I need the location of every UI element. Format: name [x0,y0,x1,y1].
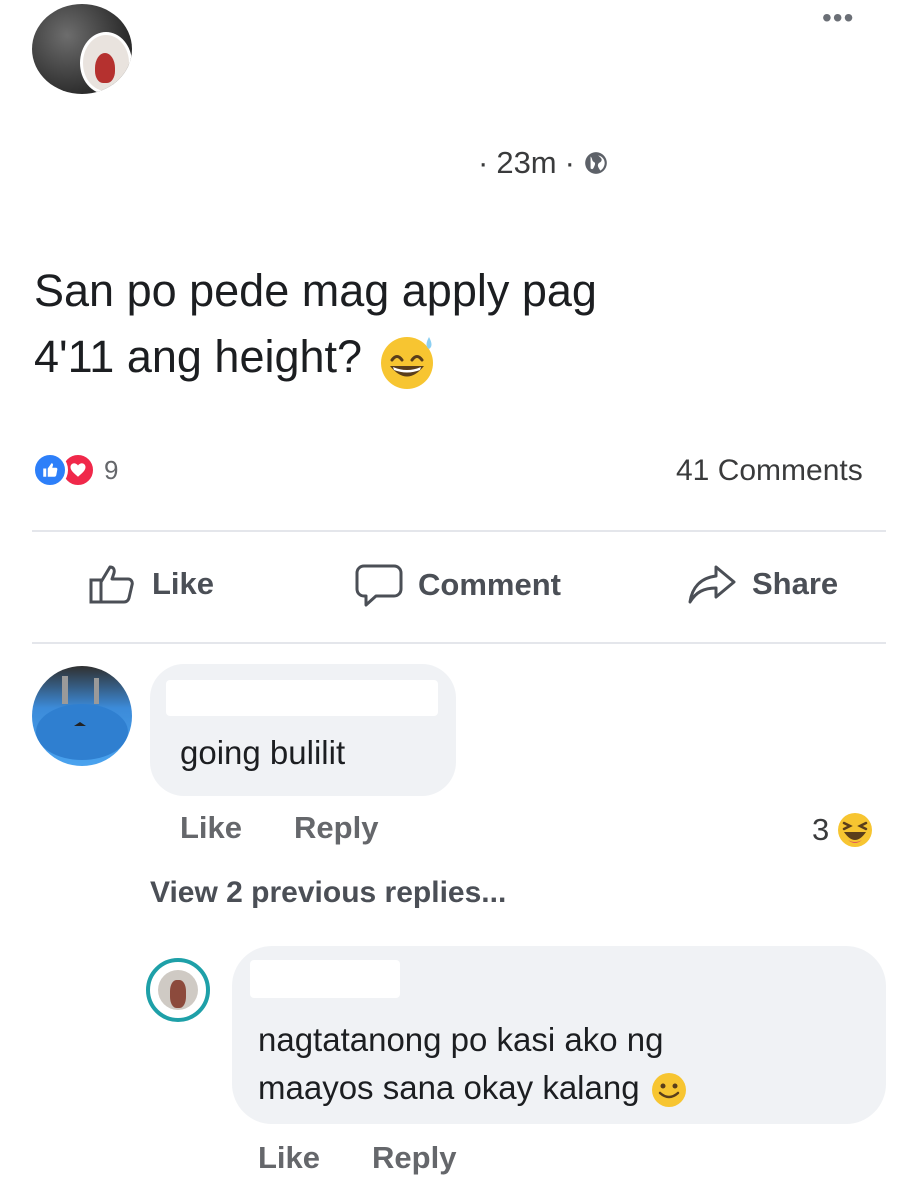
comment-reaction-count: 3 [812,812,830,847]
haha-reaction-icon [838,813,873,847]
reply-like-button[interactable]: Like [258,1140,320,1176]
divider [32,642,886,644]
smile-emoji-icon [651,1073,686,1108]
reply-text-line: nagtatanong po kasi ako ng [258,1021,664,1058]
comment-reply-button[interactable]: Reply [294,810,378,846]
share-label: Share [752,566,839,601]
reaction-summary[interactable]: 9 [32,452,118,488]
comment-label: Comment [418,567,561,602]
post-text-line: San po pede mag apply pag [34,265,597,316]
share-icon [688,565,736,604]
post-text-line-2: 4'11 ang height? [34,324,894,391]
reaction-count: 9 [104,454,119,485]
divider [32,530,886,532]
like-reaction-icon [32,452,68,488]
redacted-name [250,960,400,998]
comments-count-link[interactable]: 41 Comments [676,454,863,488]
post-text-line: 4'11 ang height? [34,331,363,382]
commenter-avatar[interactable] [32,666,132,766]
redacted-name [166,680,438,716]
more-options-icon[interactable]: ••• [822,2,854,34]
reply-text-line: maayos sana okay kalang [258,1069,640,1106]
comment-like-button[interactable]: Like [180,810,242,846]
globe-icon [585,152,607,174]
post-text: San po pede mag apply pag 4'11 ang heigh… [34,258,894,391]
reply-text-line-2: maayos sana okay kalang [258,1064,858,1112]
comment-icon [355,564,403,607]
reply-actions: Like Reply [258,1140,456,1176]
meta-separator: · [478,145,489,180]
post-timestamp[interactable]: 23m [496,145,556,181]
comment-text: going bulilit [180,734,346,771]
like-label: Like [152,566,215,601]
like-button[interactable]: Like [88,562,214,606]
comment-button[interactable]: Comment [354,562,561,608]
post-meta: · 23m · [478,145,609,181]
view-previous-replies-link[interactable]: View 2 previous replies... [150,876,506,910]
post-author-avatar[interactable] [32,4,132,94]
thumbs-up-icon [89,565,134,604]
meta-separator: · [564,145,575,180]
comment-reaction-summary[interactable]: 3 [812,810,875,850]
comment-actions: Like Reply [180,810,378,846]
share-button[interactable]: Share [686,562,838,606]
grinning-sweat-emoji-icon [380,337,433,390]
reply-text: nagtatanong po kasi ako ng maayos sana o… [258,1016,858,1112]
reply-reply-button[interactable]: Reply [372,1140,456,1176]
replier-avatar[interactable] [146,958,210,1022]
